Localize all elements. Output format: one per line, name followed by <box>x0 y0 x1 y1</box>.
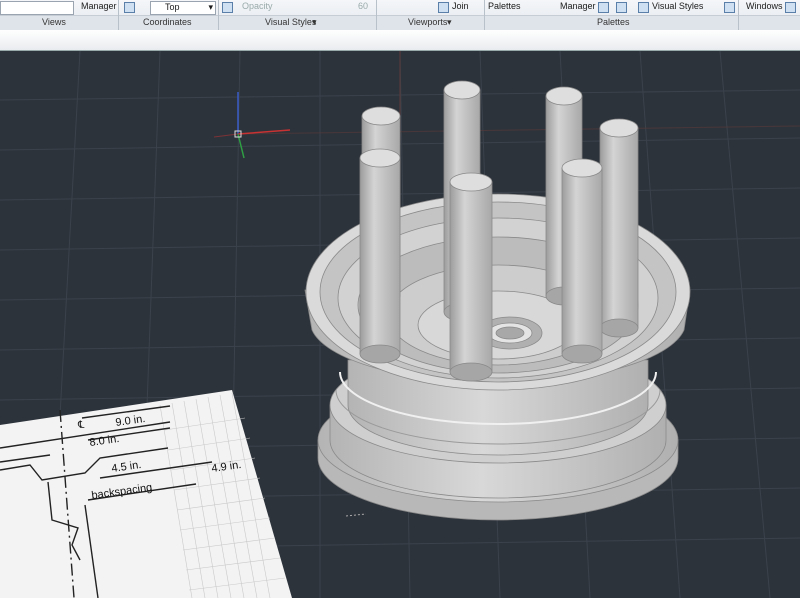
join-button[interactable]: Join <box>452 1 469 11</box>
file-tab-strip <box>0 30 800 51</box>
opacity-value[interactable]: 60 <box>358 1 368 11</box>
view-manager-button[interactable]: Manager <box>81 1 117 11</box>
panel-label-palettes[interactable]: Palettes <box>597 17 630 27</box>
stud <box>449 172 493 382</box>
stud <box>599 118 639 338</box>
chevron-down-icon: ▾ <box>208 2 213 12</box>
panel-label-viewports[interactable]: Viewports <box>408 17 447 27</box>
opacity-label: Opacity <box>242 1 273 11</box>
palettes-manager-button[interactable]: Manager <box>560 1 596 11</box>
windows-button[interactable]: Windows <box>746 1 783 11</box>
panel-label-coordinates[interactable]: Coordinates <box>143 17 192 27</box>
view-select-value: Top <box>165 2 180 12</box>
panel-label-visual-styles[interactable]: Visual Styles <box>265 17 316 27</box>
chevron-down-icon[interactable]: ▾ <box>447 17 452 28</box>
svg-text:℄: ℄ <box>77 420 85 431</box>
stud <box>561 158 603 364</box>
ribbon-row: Manager Top ▾ Opacity 60 Join Palettes M… <box>0 0 800 15</box>
model-viewport[interactable]: ℄ 9.0 in. 8.0 in. 4.5 in. 4.9 in. backsp… <box>0 51 800 598</box>
ribbon: Manager Top ▾ Opacity 60 Join Palettes M… <box>0 0 800 31</box>
panel-label-views[interactable]: Views <box>42 17 66 27</box>
view-dropdown[interactable] <box>0 1 74 15</box>
view-select-dropdown[interactable]: Top ▾ <box>150 1 216 15</box>
ribbon-panel-labels: Views Coordinates Visual Styles ▾ Viewpo… <box>0 15 800 30</box>
palettes-button[interactable]: Palettes <box>488 1 521 11</box>
stud <box>359 148 401 364</box>
viewport-canvas[interactable]: ℄ 9.0 in. 8.0 in. 4.5 in. 4.9 in. backsp… <box>0 51 800 598</box>
chevron-down-icon[interactable]: ▾ <box>312 17 317 28</box>
visual-styles-button[interactable]: Visual Styles <box>652 1 703 11</box>
